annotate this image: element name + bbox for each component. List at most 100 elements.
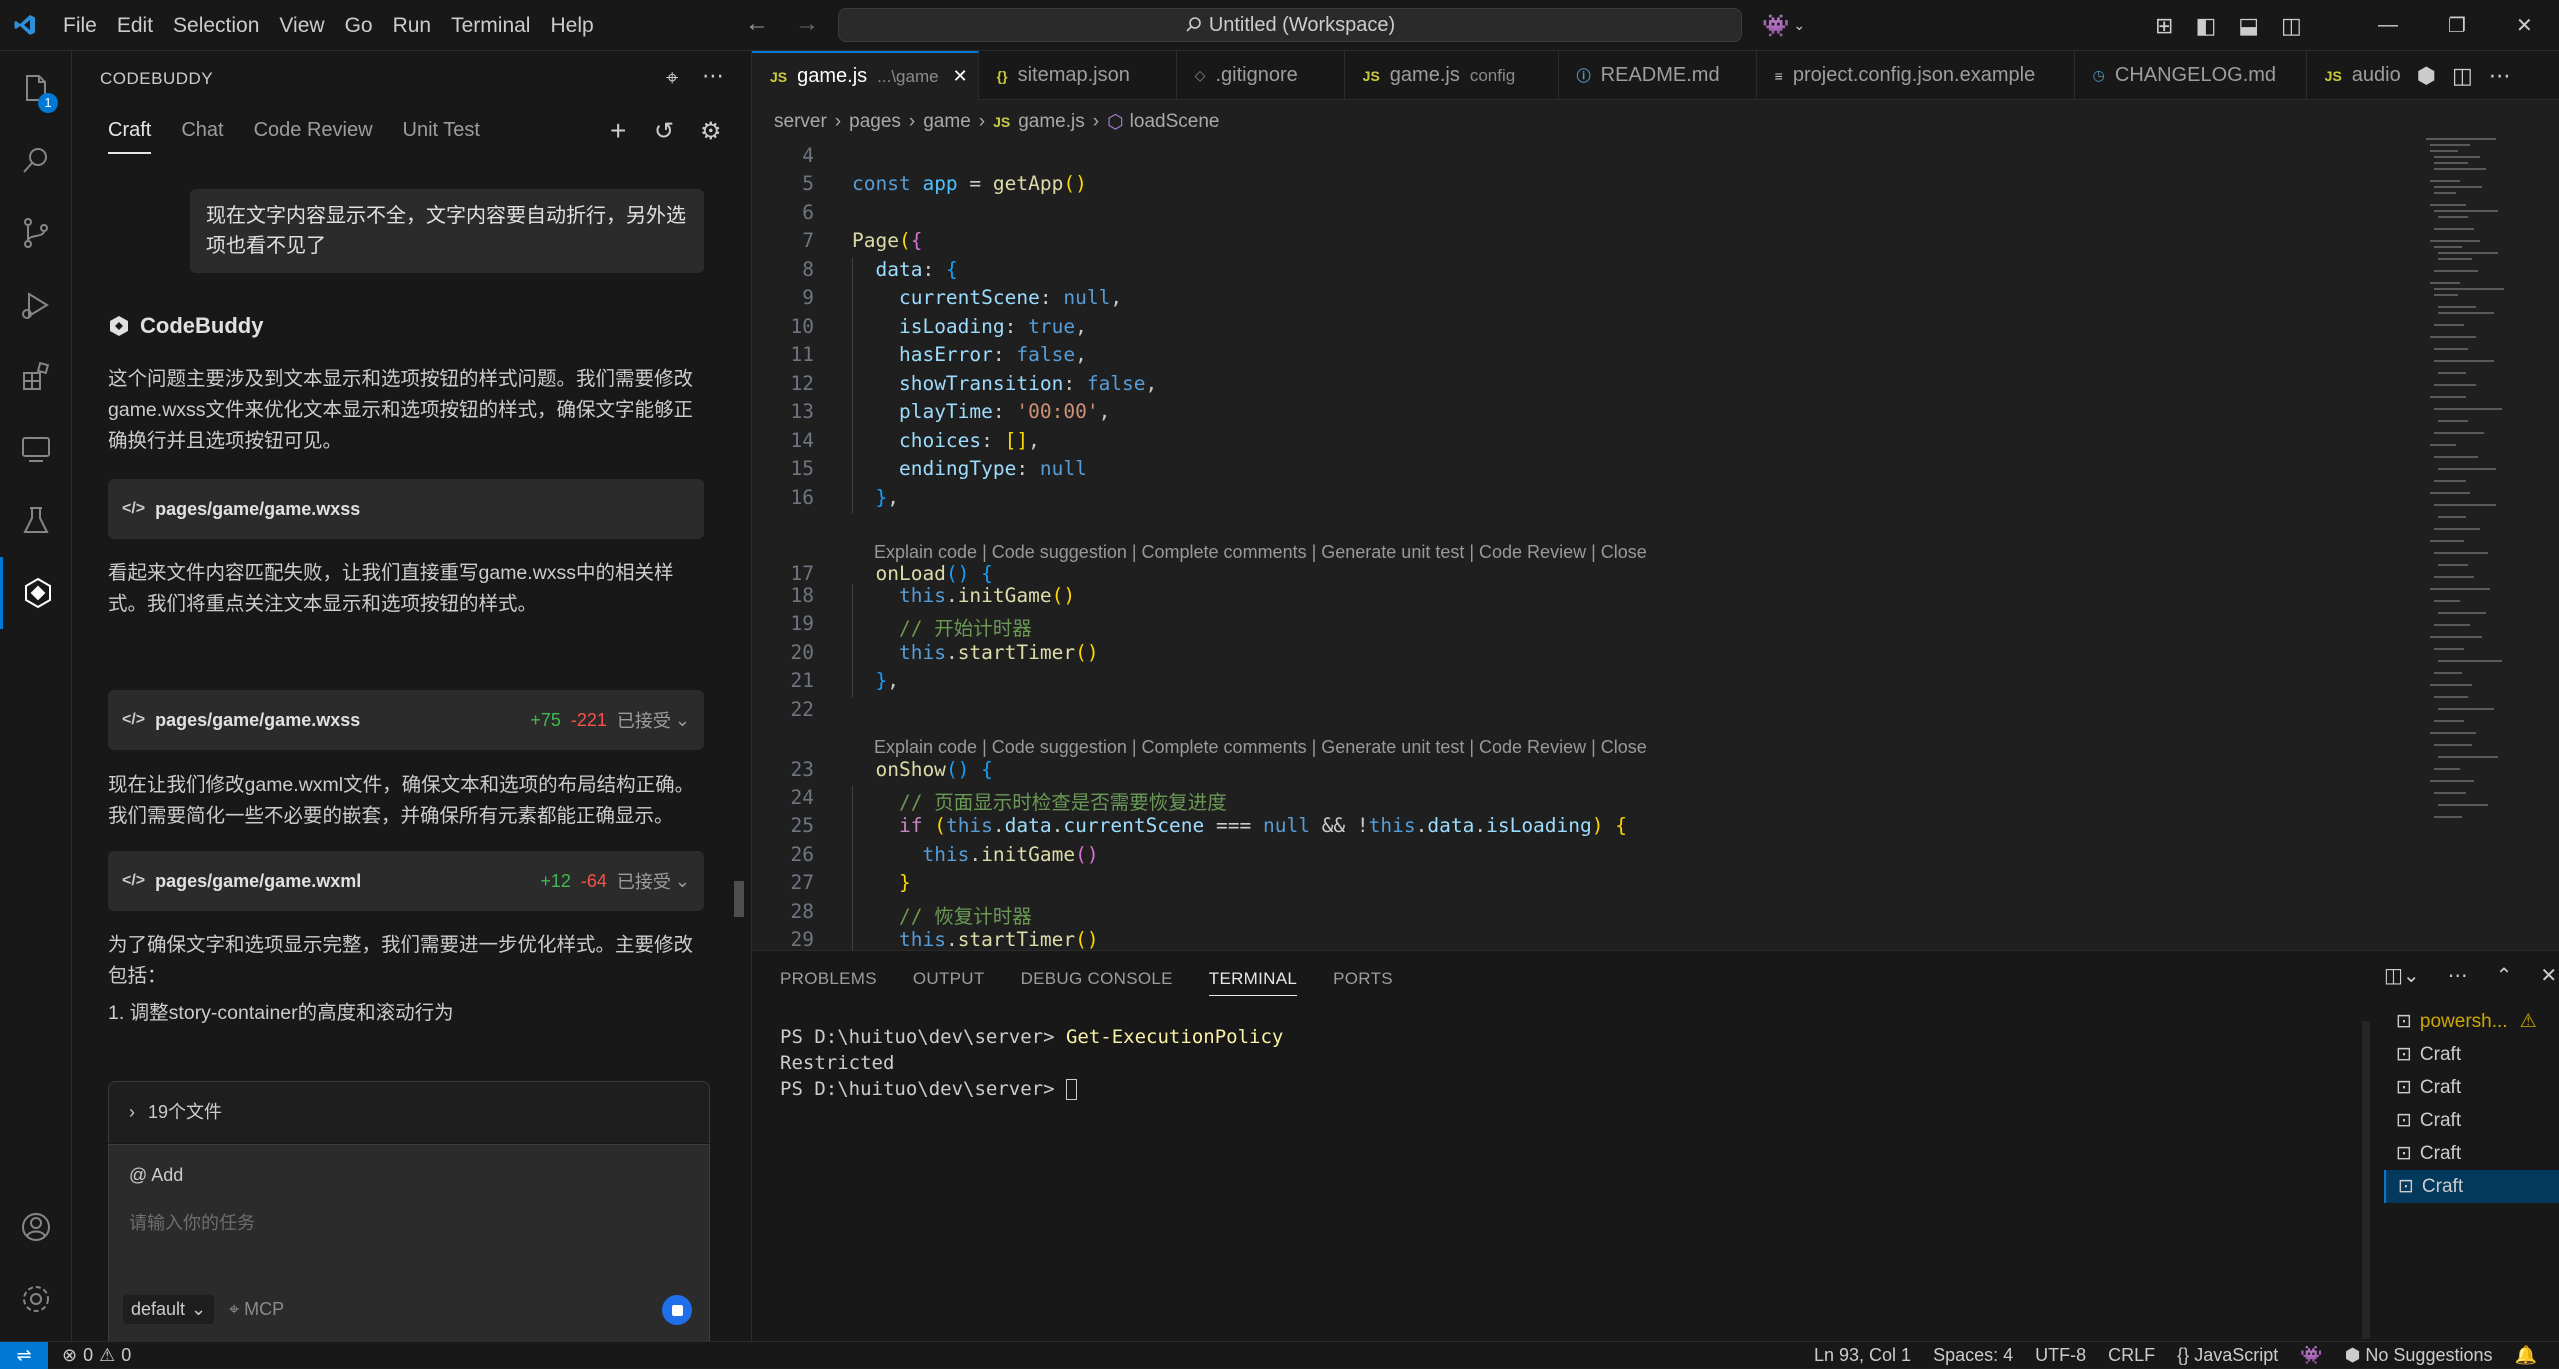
add-context-button[interactable]: @ Add — [129, 1165, 183, 1186]
terminal-item-craft[interactable]: ⊡ Craft — [2384, 1104, 2559, 1137]
status-bar: ⇌ ⊗ 0 ⚠ 0 Ln 93, Col 1 Spaces: 4 UTF-8 CRL… — [0, 1341, 2559, 1369]
tab-project-config[interactable]: ≡ project.config.json.example — [1757, 51, 2075, 100]
tab-audio[interactable]: JS audio — [2307, 51, 2407, 100]
terminal-scrollbar[interactable] — [2362, 1021, 2370, 1339]
remote-indicator-icon[interactable]: ⇌ — [0, 1342, 48, 1369]
explorer-icon[interactable]: 1 — [0, 53, 72, 125]
mode-select[interactable]: default ⌄ — [123, 1295, 215, 1324]
minimap[interactable] — [2424, 136, 2544, 836]
minimize-icon[interactable]: — — [2378, 14, 2398, 37]
tab-game-js-config[interactable]: JS game.js config — [1345, 51, 1559, 100]
tab-sitemap-json[interactable]: {} sitemap.json — [979, 51, 1177, 100]
breadcrumb-item[interactable]: game — [923, 111, 971, 133]
forward-arrow-icon[interactable]: → — [795, 10, 819, 38]
suggestions-status[interactable]: ⬢ No Suggestions — [2345, 1345, 2493, 1366]
stop-button[interactable] — [662, 1295, 692, 1325]
tab-ports[interactable]: PORTS — [1333, 969, 1393, 996]
chevron-down-icon[interactable]: ⌄ — [675, 710, 690, 731]
tab-readme[interactable]: ⓘ README.md — [1559, 51, 1757, 100]
file-card[interactable]: </> pages/game/game.wxss — [108, 479, 704, 539]
tab-chat[interactable]: Chat — [181, 119, 223, 154]
terminal-item-craft[interactable]: ⊡ Craft — [2384, 1137, 2559, 1170]
chevron-down-icon[interactable]: ⌄ — [675, 871, 690, 892]
copilot-menu[interactable]: 👾 ⌄ — [1762, 0, 1805, 51]
command-center[interactable]: Untitled (Workspace) — [838, 8, 1742, 42]
tab-gitignore[interactable]: ◇ .gitignore — [1177, 51, 1345, 100]
encoding[interactable]: UTF-8 — [2035, 1345, 2086, 1366]
line-ending[interactable]: CRLF — [2108, 1345, 2155, 1366]
settings-icon[interactable]: ⚙ — [700, 117, 722, 146]
copilot-status-icon[interactable]: 👾 — [2300, 1345, 2322, 1366]
task-input-placeholder[interactable]: 请输入你的任务 — [129, 1209, 255, 1235]
breadcrumb-item[interactable]: game.js — [1018, 111, 1085, 133]
menu-edit[interactable]: Edit — [107, 0, 163, 51]
menu-terminal[interactable]: Terminal — [441, 0, 540, 51]
close-icon[interactable]: ✕ — [953, 66, 968, 87]
tab-unit-test[interactable]: Unit Test — [403, 119, 480, 154]
tab-changelog[interactable]: ◷ CHANGELOG.md — [2075, 51, 2307, 100]
menu-file[interactable]: File — [53, 0, 107, 51]
file-card[interactable]: </> pages/game/game.wxss +75 -221 已接受 ⌄ — [108, 690, 704, 750]
terminal-item-craft[interactable]: ⊡ Craft — [2384, 1071, 2559, 1104]
search-icon[interactable] — [0, 125, 72, 197]
testing-icon[interactable] — [0, 485, 72, 557]
back-arrow-icon[interactable]: ← — [745, 10, 769, 38]
close-window-icon[interactable]: ✕ — [2516, 13, 2533, 38]
tab-problems[interactable]: PROBLEMS — [780, 969, 877, 996]
codebuddy-icon[interactable] — [0, 557, 72, 629]
tab-code-review[interactable]: Code Review — [254, 119, 373, 154]
split-editor-icon[interactable]: ◫ — [2452, 63, 2473, 89]
cursor-position[interactable]: Ln 93, Col 1 — [1814, 1345, 1911, 1366]
tab-debug-console[interactable]: DEBUG CONSOLE — [1021, 969, 1173, 996]
code-editor[interactable]: 4 5 6 7 8 9 10 11 12 13 14 15 16 17 18 1… — [752, 144, 2432, 950]
problems-indicator[interactable]: ⊗ 0 ⚠ 0 — [62, 1345, 131, 1366]
maximize-panel-icon[interactable]: ⌃ — [2496, 963, 2513, 988]
language-mode[interactable]: {} JavaScript — [2177, 1345, 2278, 1366]
changed-files-toggle[interactable]: › 19个文件 — [108, 1081, 710, 1143]
sidebar-scrollbar[interactable] — [734, 881, 744, 917]
codelens-actions[interactable]: Explain code | Code suggestion | Complet… — [874, 542, 1647, 563]
breadcrumb-item[interactable]: loadScene — [1130, 111, 1220, 133]
task-input-box[interactable]: @ Add 请输入你的任务 default ⌄ ⌖ MCP — [108, 1144, 710, 1349]
terminal-item-craft[interactable]: ⊡ Craft — [2384, 1038, 2559, 1071]
tab-craft[interactable]: Craft — [108, 119, 152, 154]
breadcrumb-item[interactable]: server — [774, 111, 827, 133]
accounts-icon[interactable] — [0, 1191, 72, 1263]
menu-run[interactable]: Run — [383, 0, 442, 51]
menu-view[interactable]: View — [269, 0, 334, 51]
remote-explorer-icon[interactable] — [0, 413, 72, 485]
toggle-panel-icon[interactable]: ⬓ — [2238, 13, 2259, 39]
terminal-item-powershell[interactable]: ⊡ powersh... ⚠ — [2384, 1005, 2559, 1038]
customize-layout-icon[interactable]: ⊞ — [2155, 13, 2173, 39]
indentation[interactable]: Spaces: 4 — [1933, 1345, 2013, 1366]
tab-terminal[interactable]: TERMINAL — [1208, 969, 1298, 996]
more-actions-icon[interactable]: ⋯ — [2489, 63, 2511, 89]
file-card[interactable]: </> pages/game/game.wxml +12 -64 已接受 ⌄ — [108, 851, 704, 911]
more-actions-icon[interactable]: ⋯ — [2448, 963, 2468, 988]
settings-gear-icon[interactable] — [0, 1263, 72, 1335]
restore-icon[interactable]: ❐ — [2448, 13, 2466, 38]
codelens-actions[interactable]: Explain code | Code suggestion | Complet… — [874, 737, 1647, 758]
terminal-line[interactable]: PS D:\huituo\dev\server> — [780, 1078, 1077, 1100]
mcp-button[interactable]: ⌖ MCP — [229, 1299, 284, 1320]
new-chat-plus-icon[interactable]: + — [610, 115, 626, 147]
codebuddy-action-icon[interactable]: ⬢ — [2417, 63, 2436, 89]
run-debug-icon[interactable] — [0, 269, 72, 341]
breadcrumb-item[interactable]: pages — [849, 111, 901, 133]
notifications-icon[interactable]: 🔔 — [2515, 1345, 2537, 1366]
extensions-icon[interactable] — [0, 341, 72, 413]
menu-go[interactable]: Go — [335, 0, 383, 51]
split-terminal-icon[interactable]: ◫⌄ — [2384, 963, 2420, 988]
terminal-item-craft[interactable]: ⊡ Craft — [2384, 1170, 2559, 1203]
close-panel-icon[interactable]: ✕ — [2540, 963, 2557, 988]
menu-help[interactable]: Help — [540, 0, 603, 51]
toggle-secondary-sidebar-icon[interactable]: ◫ — [2281, 13, 2302, 39]
toggle-sidebar-icon[interactable]: ◧ — [2195, 13, 2216, 39]
more-actions-icon[interactable]: ⋯ — [702, 63, 724, 89]
new-window-icon[interactable]: ⌖ — [666, 65, 678, 91]
menu-selection[interactable]: Selection — [163, 0, 269, 51]
history-icon[interactable]: ↺ — [654, 117, 674, 146]
tab-output[interactable]: OUTPUT — [913, 969, 985, 996]
source-control-icon[interactable] — [0, 197, 72, 269]
tab-game-js[interactable]: JS game.js ...\game ✕ — [752, 51, 979, 100]
